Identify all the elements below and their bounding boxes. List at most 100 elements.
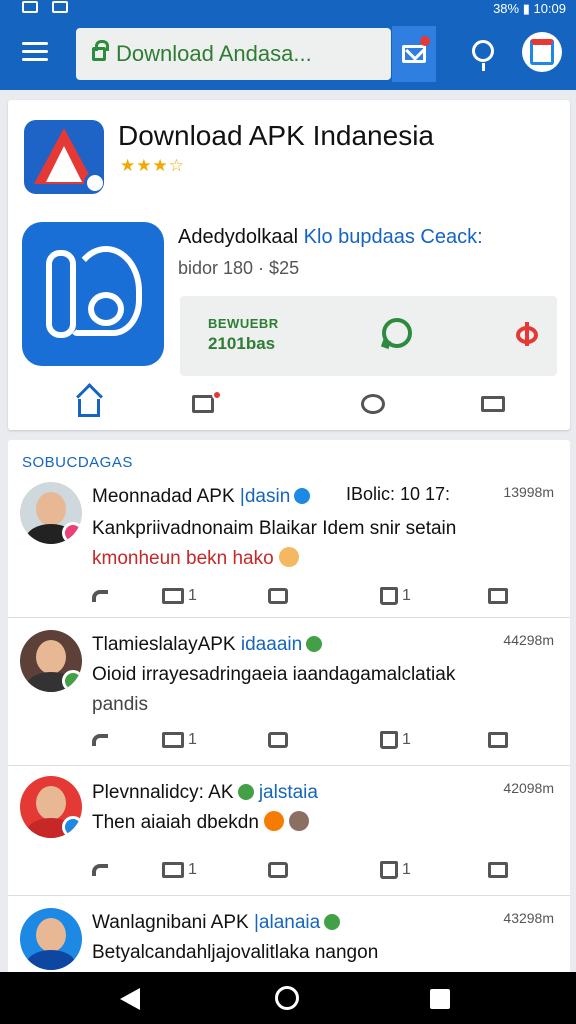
mail-icon bbox=[402, 45, 426, 63]
tab-home[interactable] bbox=[74, 390, 104, 418]
post-body: Then aiaiah dbekdn bbox=[92, 808, 310, 838]
verified-icon bbox=[306, 636, 323, 652]
feed-post[interactable]: Wanlagnibani APK |alanaia 43298m Betyalc… bbox=[8, 896, 570, 980]
menu-icon[interactable] bbox=[22, 42, 48, 62]
post-time: 43298m bbox=[503, 910, 554, 926]
comment-icon bbox=[268, 732, 288, 748]
status-bar: 38% ▮ 10:09 bbox=[0, 0, 576, 18]
reply-icon bbox=[92, 864, 108, 876]
rating-stars: ★★★☆ bbox=[120, 156, 185, 175]
app-big-icon[interactable] bbox=[22, 222, 164, 366]
reply-button[interactable] bbox=[92, 856, 108, 884]
system-nav-bar bbox=[0, 972, 576, 1024]
comment-button[interactable] bbox=[268, 726, 288, 754]
feed-post[interactable]: TlamieslalayAPK idaaain 44298m Oioid irr… bbox=[8, 618, 570, 766]
reply-icon bbox=[92, 590, 108, 602]
retweet-icon bbox=[162, 862, 184, 878]
download-panel[interactable]: BEWUEBR 2101bas bbox=[180, 296, 557, 376]
tab-chat[interactable] bbox=[358, 390, 388, 418]
post-date: IBolic: 10 17: bbox=[345, 484, 450, 504]
desc-main: Adedydolkaal bbox=[178, 226, 299, 248]
home-icon bbox=[78, 399, 100, 417]
app-meta: bidor 180 · $25 bbox=[178, 258, 300, 278]
retweet-icon bbox=[162, 588, 184, 604]
download-arrow-icon[interactable] bbox=[516, 322, 538, 346]
share-icon bbox=[488, 588, 508, 604]
back-icon[interactable] bbox=[120, 988, 140, 1010]
lock-icon bbox=[92, 40, 109, 61]
post-actions: 1 1 bbox=[8, 726, 570, 756]
post-actions: 1 1 bbox=[8, 856, 570, 886]
comment-button[interactable] bbox=[268, 856, 288, 884]
avatar[interactable] bbox=[20, 776, 82, 838]
post-body: Kankpriivadnonaim Blaikar Idem snir seta… bbox=[92, 518, 457, 569]
post-time: 42098m bbox=[503, 780, 554, 796]
avatar[interactable] bbox=[20, 630, 82, 692]
reply-button[interactable] bbox=[92, 582, 108, 610]
feed: SOBUCDAGAS Meonnadad APK |dasin IBolic: … bbox=[8, 440, 570, 980]
reply-icon bbox=[92, 734, 108, 746]
inbox-icon bbox=[192, 395, 214, 413]
comment-button[interactable] bbox=[268, 582, 288, 610]
post-actions: 1 1 bbox=[8, 582, 570, 612]
share-button[interactable] bbox=[488, 726, 508, 754]
comment-icon bbox=[268, 588, 288, 604]
notification-dot bbox=[420, 36, 430, 46]
like-icon bbox=[380, 731, 398, 749]
emoji-icon bbox=[264, 811, 285, 831]
feed-post[interactable]: Meonnadad APK |dasin IBolic: 10 17: 1399… bbox=[8, 478, 570, 618]
retweet-icon bbox=[162, 732, 184, 748]
app-tabs bbox=[8, 386, 570, 422]
like-button[interactable]: 1 bbox=[380, 582, 411, 610]
app-card: Download APK Indanesia ★★★☆ Adedydolkaal… bbox=[8, 100, 570, 430]
avatar[interactable] bbox=[20, 482, 82, 544]
post-author[interactable]: Plevnnalidcy: AK jalstaia bbox=[92, 782, 318, 804]
post-time: 13998m bbox=[503, 484, 554, 500]
chat-icon bbox=[361, 394, 385, 414]
notification-dot bbox=[212, 390, 222, 400]
profile-avatar[interactable] bbox=[522, 32, 562, 72]
share-icon bbox=[488, 862, 508, 878]
location-pin-icon[interactable] bbox=[470, 40, 496, 71]
home-circle-icon[interactable] bbox=[275, 986, 299, 1010]
post-time: 44298m bbox=[503, 632, 554, 648]
notification-icon bbox=[22, 1, 38, 13]
verified-icon bbox=[294, 488, 311, 504]
post-author[interactable]: Wanlagnibani APK |alanaia bbox=[92, 912, 341, 934]
retweet-button[interactable]: 1 bbox=[162, 726, 197, 754]
app-description: Adedydolkaal Klo bupdaas Ceack: bbox=[178, 226, 483, 249]
chat-bubble-icon[interactable] bbox=[382, 318, 412, 348]
search-text: Download Andasa... bbox=[116, 41, 312, 66]
reply-button[interactable] bbox=[92, 726, 108, 754]
retweet-button[interactable]: 1 bbox=[162, 856, 197, 884]
emoji-icon bbox=[289, 811, 310, 831]
tab-mail[interactable] bbox=[478, 390, 508, 418]
search-field[interactable]: Download Andasa... bbox=[76, 28, 391, 80]
like-icon bbox=[380, 861, 398, 879]
like-button[interactable]: 1 bbox=[380, 726, 411, 754]
recents-icon[interactable] bbox=[430, 989, 450, 1009]
mail-button[interactable] bbox=[392, 26, 436, 82]
post-author[interactable]: TlamieslalayAPK idaaain bbox=[92, 634, 323, 656]
app-bar: Download Andasa... bbox=[0, 18, 576, 90]
share-button[interactable] bbox=[488, 582, 508, 610]
share-icon bbox=[488, 732, 508, 748]
mail-icon bbox=[481, 396, 505, 412]
avatar[interactable] bbox=[20, 908, 82, 970]
status-right: 38% ▮ 10:09 bbox=[493, 1, 566, 16]
feed-post[interactable]: Plevnnalidcy: AK jalstaia 42098m Then ai… bbox=[8, 766, 570, 896]
post-author[interactable]: Meonnadad APK |dasin bbox=[92, 486, 311, 508]
like-button[interactable]: 1 bbox=[380, 856, 411, 884]
emoji-icon bbox=[278, 547, 299, 567]
like-icon bbox=[380, 587, 398, 605]
feed-header: SOBUCDAGAS bbox=[22, 454, 133, 471]
share-button[interactable] bbox=[488, 856, 508, 884]
image-icon bbox=[52, 1, 68, 13]
tab-inbox[interactable] bbox=[188, 390, 222, 418]
post-body: Betyalcandahljajovalitlaka nangon bbox=[92, 942, 379, 963]
retweet-button[interactable]: 1 bbox=[162, 582, 197, 610]
app-title: Download APK Indanesia bbox=[118, 120, 434, 151]
desc-highlight[interactable]: Klo bupdaas Ceack: bbox=[304, 226, 483, 248]
download-count: 2101bas bbox=[208, 334, 276, 353]
post-body: Oioid irrayesadringaeia iaandagamalclati… bbox=[92, 664, 456, 715]
